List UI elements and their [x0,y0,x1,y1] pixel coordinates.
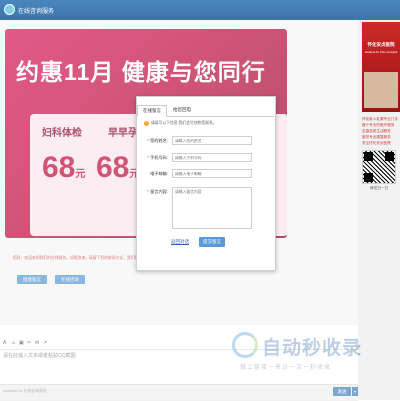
title-bar: 在线咨询服务 [0,0,400,20]
sidebar-link[interactable]: 关注怀化安贞医院 [362,141,400,146]
sidebar-link[interactable]: 服务专业康复服务 [362,135,400,140]
sidebar-link[interactable]: 做个专业的医疗服务 [362,123,400,128]
name-label: * 您的姓名: [147,138,168,143]
chat-logo-icon [4,4,15,15]
info-icon: ! [144,121,149,126]
window-title: 在线咨询服务 [18,9,55,15]
email-label: 电子邮箱: [150,171,168,176]
submit-message-button[interactable]: 提交留言 [199,237,225,247]
hospital-building-image [364,72,398,108]
hospital-name: 怀化安贞医院 Huaihua An Zhen Hospital [363,42,399,54]
phone-field[interactable] [172,153,252,162]
name-field[interactable] [172,136,252,145]
hospital-subtitle: Huaihua An Zhen Hospital [364,50,398,54]
qr-caption: 微信扫一扫 [370,186,388,190]
hospital-banner[interactable]: 怀化安贞医院 Huaihua An Zhen Hospital [362,22,400,112]
phone-label: * 手机号码: [147,155,168,160]
dialog-tip: 请填写以下信息,我们会尽快和您联系。 [151,121,217,125]
sidebar-link[interactable]: 怀化新人乳腺专业门诊 [362,117,400,122]
wechat-qr-code [362,150,396,184]
email-field[interactable] [172,169,252,178]
message-label: * 留言内容: [147,189,168,194]
hospital-name-text: 怀化安贞医院 [367,42,395,47]
tab-callback[interactable]: 给您回电 [167,105,197,115]
back-to-chat-link[interactable]: 返回对话 [171,239,189,245]
sidebar-link[interactable]: 至高品质生活服务 [362,129,400,134]
message-textarea[interactable] [172,187,252,229]
tab-online-message[interactable]: 在线留言 [137,105,167,117]
